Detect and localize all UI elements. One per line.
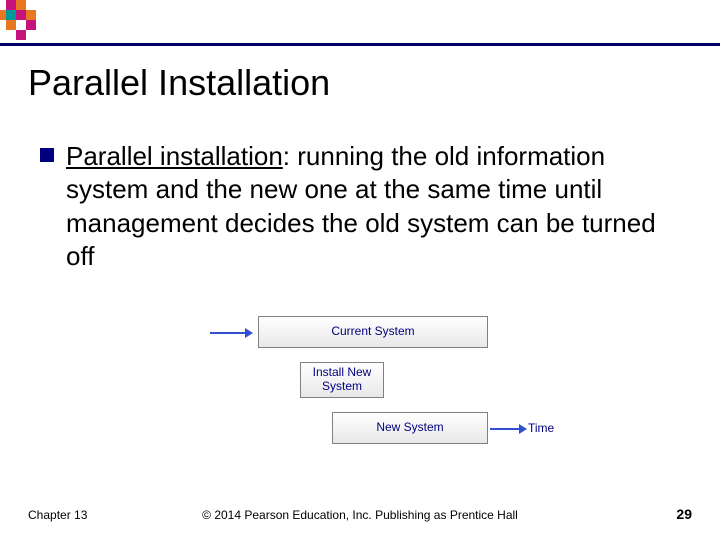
bullet-item: Parallel installation: running the old i… <box>40 140 680 273</box>
brand-logo <box>0 0 60 45</box>
diagram-current-system-label: Current System <box>331 325 414 339</box>
diagram-install-new-box: Install New System <box>300 362 384 398</box>
bullet-text: Parallel installation: running the old i… <box>66 140 680 273</box>
arrow-icon <box>490 428 520 430</box>
diagram-new-system-label: New System <box>376 421 443 435</box>
diagram-time-label: Time <box>528 421 554 435</box>
bullet-icon <box>40 148 54 162</box>
title-divider <box>0 43 720 46</box>
diagram-current-system-box: Current System <box>258 316 488 348</box>
arrow-icon <box>210 332 246 334</box>
footer-page-number: 29 <box>676 506 692 522</box>
bullet-term: Parallel installation <box>66 141 283 171</box>
diagram-new-system-box: New System <box>332 412 488 444</box>
slide-title: Parallel Installation <box>28 62 330 104</box>
body-content: Parallel installation: running the old i… <box>40 140 680 273</box>
footer-copyright: © 2014 Pearson Education, Inc. Publishin… <box>202 508 518 522</box>
diagram-install-new-label: Install New System <box>313 366 372 394</box>
footer-chapter: Chapter 13 <box>28 508 87 522</box>
footer: Chapter 13 © 2014 Pearson Education, Inc… <box>0 502 720 522</box>
diagram: Current System Install New System New Sy… <box>200 310 560 465</box>
